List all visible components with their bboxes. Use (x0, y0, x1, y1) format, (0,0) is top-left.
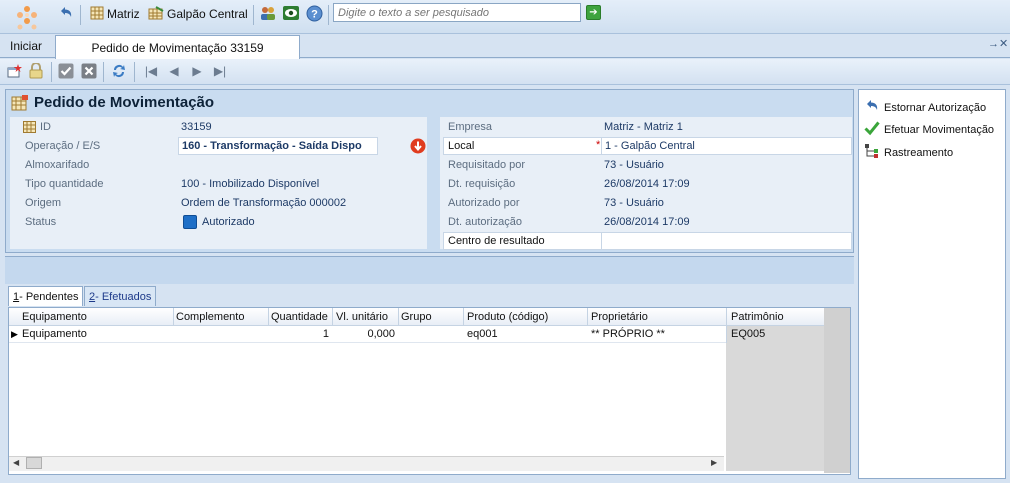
scroll-thumb[interactable] (26, 457, 42, 469)
efetuar-label: Efetuar Movimentação (884, 123, 995, 136)
toolbar-separator (80, 5, 81, 25)
toolbar-separator (134, 62, 135, 82)
grid-empty-area (726, 326, 824, 471)
operacao-value: 160 - Transformação - Saída Dispo (182, 140, 362, 152)
column-divider (726, 308, 727, 343)
undo-icon[interactable] (57, 4, 75, 22)
svg-text:?: ? (311, 8, 318, 20)
tab-iniciar[interactable]: Iniciar (10, 39, 42, 53)
tab-efetuados[interactable]: 2 - Efetuados (84, 286, 157, 306)
warehouse-icon (148, 5, 164, 23)
local-label: Local (448, 140, 475, 152)
toolbar-separator (103, 62, 104, 82)
galpao-button[interactable]: Galpão Central (148, 5, 248, 23)
origem-label: Origem (25, 197, 62, 209)
cell-proprietario: ** PRÓPRIO ** (591, 328, 665, 340)
column-header-proprietario[interactable]: Proprietário (591, 311, 648, 323)
status-value: Autorizado (202, 216, 255, 228)
galpao-label: Galpão Central (167, 7, 248, 21)
exit-arrow-icon (410, 138, 426, 157)
tipo-quantidade-label: Tipo quantidade (25, 178, 104, 190)
operacao-label: Operação / E/S (25, 140, 101, 152)
users-icon[interactable] (259, 4, 277, 22)
requisitado-por-label: Requisitado por (448, 159, 526, 171)
efetuar-movimentacao-button[interactable]: Efetuar Movimentação (864, 120, 994, 139)
toolbar-separator (253, 5, 254, 25)
autorizado-por-value: 73 - Usuário (604, 197, 664, 209)
grid-right-gutter (824, 308, 850, 473)
column-header-complemento[interactable]: Complemento (176, 311, 244, 323)
rastreamento-button[interactable]: Rastreamento (864, 143, 953, 162)
new-record-icon[interactable] (6, 63, 22, 79)
scroll-left-icon[interactable]: ◀ (13, 458, 19, 467)
help-icon[interactable]: ? (305, 4, 323, 22)
lock-icon[interactable] (28, 63, 44, 79)
view-icon[interactable] (282, 4, 300, 22)
autorizado-por-label: Autorizado por (448, 197, 520, 209)
tipo-quantidade-value: 100 - Imobilizado Disponível (181, 178, 320, 190)
empresa-value: Matriz - Matriz 1 (604, 121, 683, 133)
centro-resultado-label: Centro de resultado (448, 235, 545, 247)
matriz-label: Matriz (107, 7, 140, 21)
toolbar-separator (328, 5, 329, 25)
row-indicator-icon: ▶ (11, 329, 18, 339)
grid-icon (90, 6, 104, 23)
cancel-icon[interactable] (81, 63, 97, 79)
cell-produto: eq001 (467, 328, 498, 340)
column-header-equipamento[interactable]: Equipamento (22, 311, 87, 323)
next-record-icon[interactable]: ▶ (189, 63, 205, 79)
estornar-autorizacao-button[interactable]: Estornar Autorização (864, 98, 986, 117)
document-icon (11, 95, 29, 111)
status-square-icon (183, 215, 197, 229)
scroll-right-icon[interactable]: ▶ (711, 458, 717, 467)
estornar-label: Estornar Autorização (884, 101, 987, 114)
id-icon (23, 121, 36, 136)
dt-autorizacao-value: 26/08/2014 17:09 (604, 216, 690, 228)
app-logo-icon[interactable] (8, 4, 46, 34)
required-marker: * (596, 139, 601, 151)
requisitado-por-value: 73 - Usuário (604, 159, 664, 171)
horizontal-scrollbar[interactable] (9, 456, 724, 471)
rastreamento-label: Rastreamento (884, 146, 954, 159)
matriz-button[interactable]: Matriz (90, 5, 140, 23)
search-input[interactable] (333, 3, 581, 22)
undo-icon (864, 98, 880, 117)
cell-quantidade: 1 (322, 328, 329, 340)
tracking-icon (864, 143, 880, 162)
column-header-produto[interactable]: Produto (código) (467, 311, 548, 323)
status-label: Status (25, 216, 57, 228)
previous-record-icon[interactable]: ◀ (166, 63, 182, 79)
column-header-grupo[interactable]: Grupo (401, 311, 432, 323)
tab-pedido-movimentacao[interactable]: Pedido de Movimentação 33159 (55, 35, 300, 59)
search-go-icon[interactable]: ➔ (586, 5, 601, 20)
last-record-icon[interactable]: ▶| (212, 63, 228, 79)
tab-pendentes-label: - Pendentes (19, 290, 79, 303)
centro-resultado-field[interactable] (601, 232, 852, 250)
splitter-band (5, 256, 854, 284)
page-title: Pedido de Movimentação (34, 94, 215, 111)
refresh-icon[interactable] (111, 63, 127, 79)
column-header-valor-unitario[interactable]: Vl. unitário (336, 311, 388, 323)
column-header-quantidade[interactable]: Quantidade (271, 311, 328, 323)
confirm-icon[interactable] (58, 63, 74, 79)
cell-valor-unitario: 0,000 (367, 328, 395, 340)
tab-overflow-icon[interactable]: →✕ (988, 37, 1008, 50)
dt-requisicao-label: Dt. requisição (448, 178, 516, 190)
cell-patrimonio: EQ005 (731, 328, 766, 340)
tab-pendentes[interactable]: 1 - Pendentes (8, 286, 84, 306)
tab-efetuados-label: - Efetuados (95, 290, 152, 303)
dt-requisicao-value: 26/08/2014 17:09 (604, 178, 690, 190)
empresa-label: Empresa (448, 121, 493, 133)
cell-equipamento: Equipamento (22, 328, 87, 340)
dt-autorizacao-label: Dt. autorização (448, 216, 522, 228)
id-value: 33159 (181, 121, 212, 133)
toolbar-separator (51, 62, 52, 82)
column-header-patrimonio[interactable]: Patrimônio (731, 311, 784, 323)
first-record-icon[interactable]: |◀ (143, 63, 159, 79)
origem-value: Ordem de Transformação 000002 (181, 197, 347, 209)
id-label: ID (40, 121, 51, 133)
check-icon (864, 120, 880, 139)
local-value: 1 - Galpão Central (605, 140, 695, 152)
almoxarifado-label: Almoxarifado (25, 159, 90, 171)
